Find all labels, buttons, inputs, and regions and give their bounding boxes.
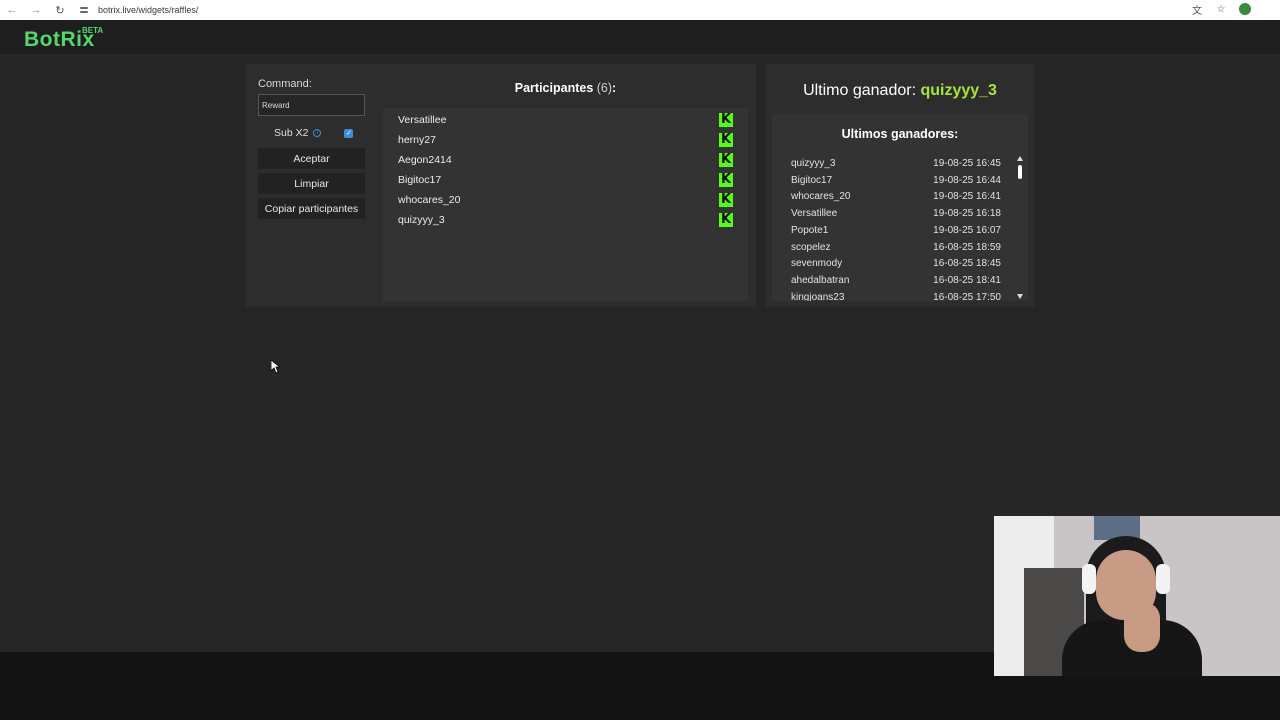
winner-time: 19-08-25 16:07 — [933, 224, 1001, 236]
winner-time: 16-08-25 18:45 — [933, 258, 1001, 270]
winner-time: 16-08-25 17:50 — [933, 291, 1001, 301]
winner-row: scopelez 16-08-25 18:59 — [791, 242, 1001, 253]
accept-button[interactable]: Aceptar — [258, 148, 365, 169]
address-bar[interactable]: botrix.live/widgets/raffles/ — [98, 5, 198, 15]
winner-name: scopelez — [791, 241, 831, 253]
winner-time: 19-08-25 16:41 — [933, 191, 1001, 203]
winner-row: whocares_20 19-08-25 16:41 — [791, 191, 1001, 202]
scroll-down-arrow-icon[interactable] — [1017, 294, 1023, 299]
sub-x2-label: Sub X2 — [274, 127, 309, 139]
winner-name: sevenmody — [791, 258, 843, 270]
profile-avatar — [1239, 3, 1251, 15]
site-info-icon[interactable] — [78, 5, 92, 15]
participant-row: Bigitoc17 K — [398, 170, 733, 190]
winner-name: ahedalbatran — [791, 274, 850, 286]
last-winner-label: Ultimo ganador: — [803, 82, 921, 99]
participant-row: Aegon2414 K — [398, 150, 733, 170]
winner-row: sevenmody 16-08-25 18:45 — [791, 258, 1001, 269]
participant-name: Versatillee — [398, 114, 447, 126]
participant-name: quizyyy_3 — [398, 214, 445, 226]
winner-row: kingjoans23 16-08-25 17:50 — [791, 292, 1001, 301]
kick-logo-icon: K — [719, 192, 733, 207]
winner-time: 16-08-25 18:59 — [933, 241, 1001, 253]
kick-logo-icon: K — [719, 172, 733, 187]
headphones-right — [1156, 564, 1170, 594]
winner-name: whocares_20 — [791, 191, 851, 203]
participant-row: Versatillee K — [398, 110, 733, 130]
participants-title-colon: : — [612, 81, 617, 95]
winner-row: quizyyy_3 19-08-25 16:45 — [791, 158, 1001, 169]
last-winner-heading: Ultimo ganador: quizyyy_3 — [766, 82, 1034, 100]
winner-time: 19-08-25 16:44 — [933, 174, 1001, 186]
info-icon[interactable]: i — [313, 129, 322, 137]
winner-row: ahedalbatran 16-08-25 18:41 — [791, 275, 1001, 286]
sub-x2-row: Sub X2 i ✓ — [258, 124, 366, 142]
winner-time: 16-08-25 18:41 — [933, 274, 1001, 286]
participant-name: herny27 — [398, 134, 436, 146]
scroll-thumb[interactable] — [1018, 165, 1022, 179]
winner-row: Popote1 19-08-25 16:07 — [791, 225, 1001, 236]
participant-row: quizyyy_3 K — [398, 210, 733, 230]
app-header: BotRix BETA — [0, 20, 1280, 54]
winner-name: Bigitoc17 — [791, 174, 833, 186]
headphones-left — [1082, 564, 1096, 594]
clear-button[interactable]: Limpiar — [258, 173, 365, 194]
command-label: Command: — [258, 78, 312, 90]
winner-name: kingjoans23 — [791, 291, 845, 301]
copy-participants-button[interactable]: Copiar participantes — [258, 198, 365, 219]
webcam-person-hand — [1124, 602, 1160, 652]
participant-name: Bigitoc17 — [398, 174, 442, 186]
recent-winners-title: Ultimos ganadores: — [841, 127, 959, 141]
winner-row: Bigitoc17 19-08-25 16:44 — [791, 175, 1001, 186]
winners-panel: Ultimo ganador: quizyyy_3 Ultimos ganado… — [766, 64, 1034, 307]
raffle-controls: Command: Sub X2 i ✓ Aceptar Limpiar Copi… — [258, 78, 366, 219]
sub-x2-checkbox[interactable]: ✓ — [344, 128, 354, 138]
winner-time: 19-08-25 16:45 — [933, 158, 1001, 169]
beta-badge: BETA — [82, 26, 104, 35]
winner-name: quizyyy_3 — [791, 158, 836, 169]
raffle-panel: Command: Sub X2 i ✓ Aceptar Limpiar Copi… — [246, 64, 756, 307]
kick-logo-icon: K — [719, 152, 733, 167]
webcam-overlay — [994, 516, 1280, 676]
winner-name: Versatillee — [791, 208, 838, 220]
back-icon[interactable]: ← — [0, 4, 24, 16]
participant-row: whocares_20 K — [398, 190, 733, 210]
participants-list: Versatillee K herny27 K Aegon2414 K Bigi… — [383, 108, 748, 301]
reload-icon[interactable]: ↻ — [48, 4, 72, 17]
participants-count: (6) — [596, 81, 613, 95]
winner-time: 19-08-25 16:18 — [933, 208, 1001, 220]
winner-row: Versatillee 19-08-25 16:18 — [791, 208, 1001, 219]
kick-logo-icon: K — [719, 212, 733, 227]
participant-name: Aegon2414 — [398, 154, 452, 166]
recent-winners-box: Ultimos ganadores: quizyyy_3 19-08-25 16… — [772, 114, 1028, 301]
participants-title: Participantes (6): — [383, 81, 748, 95]
participant-name: whocares_20 — [398, 194, 461, 206]
bookmark-star-icon[interactable]: ☆ — [1214, 2, 1228, 16]
participants-title-text: Participantes — [514, 81, 594, 95]
scroll-up-arrow-icon[interactable] — [1017, 156, 1023, 161]
winners-scrollbar[interactable] — [1016, 156, 1024, 299]
last-winner-name: quizyyy_3 — [920, 82, 997, 99]
participant-row: herny27 K — [398, 130, 733, 150]
profile-icon[interactable] — [1238, 2, 1252, 16]
kick-logo-icon: K — [719, 112, 733, 127]
translate-icon[interactable]: 文 — [1190, 2, 1204, 17]
forward-icon[interactable]: → — [24, 4, 48, 16]
kick-logo-icon: K — [719, 132, 733, 147]
mouse-cursor-icon — [271, 360, 281, 374]
command-input[interactable] — [258, 94, 365, 116]
winner-name: Popote1 — [791, 224, 829, 236]
browser-toolbar: ← → ↻ botrix.live/widgets/raffles/ 文 ☆ — [0, 0, 1280, 20]
